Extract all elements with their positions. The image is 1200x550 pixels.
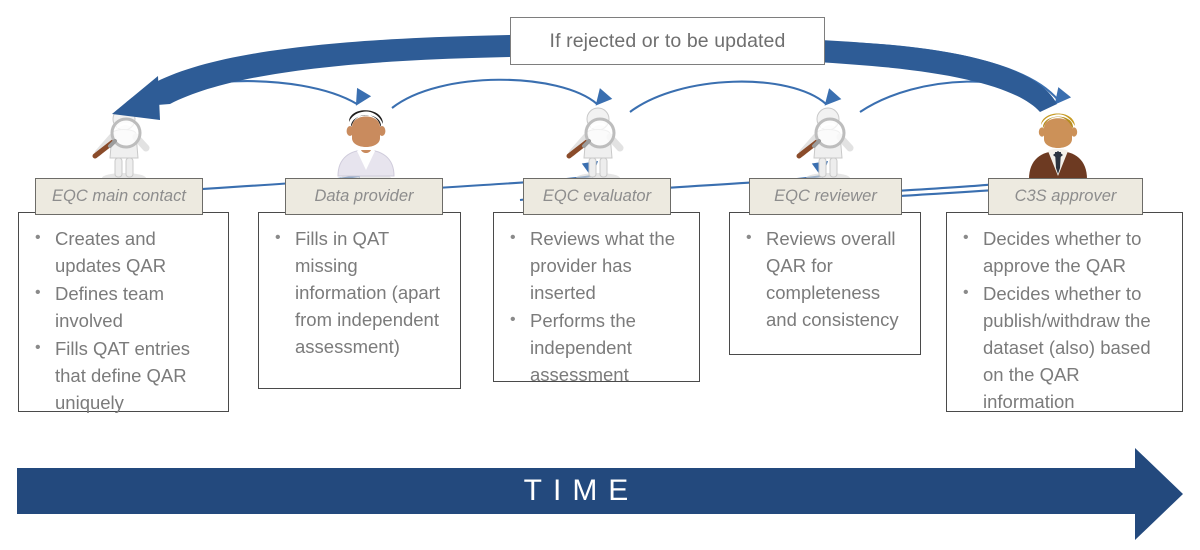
arc-provider-to-evaluator xyxy=(391,78,613,109)
role-label-eqc-evaluator: EQC evaluator xyxy=(523,178,671,215)
task-box-c3s-approver: Decides whether to approve the QAR Decid… xyxy=(946,212,1183,412)
condition-label: If rejected or to be updated xyxy=(549,29,786,52)
task-list: Reviews overall QAR for completeness and… xyxy=(736,224,912,333)
businessman-icon xyxy=(1029,113,1087,185)
task-list: Reviews what the provider has inserted P… xyxy=(500,224,691,388)
role-label-data-provider: Data provider xyxy=(285,178,443,215)
task-item: Defines team involved xyxy=(25,279,220,334)
role-label-eqc-reviewer: EQC reviewer xyxy=(749,178,902,215)
magnifier-figure-icon xyxy=(92,107,150,183)
task-list: Creates and updates QAR Defines team inv… xyxy=(25,224,220,416)
condition-box: If rejected or to be updated xyxy=(510,17,825,65)
role-label-text: Data provider xyxy=(314,187,414,205)
actor-eqc-reviewer xyxy=(790,106,866,184)
task-item: Reviews what the provider has inserted xyxy=(500,224,691,306)
arc-contact-to-provider xyxy=(127,80,372,116)
task-item: Creates and updates QAR xyxy=(25,224,220,279)
magnifier-figure-icon xyxy=(566,107,624,183)
task-list: Fills in QAT missing information (apart … xyxy=(265,224,452,360)
task-item: Performs the independent assessment xyxy=(500,306,691,388)
role-label-text: EQC reviewer xyxy=(774,187,877,205)
task-box-eqc-evaluator: Reviews what the provider has inserted P… xyxy=(493,212,700,385)
time-label: TIME xyxy=(523,474,640,507)
task-list: Decides whether to approve the QAR Decid… xyxy=(953,224,1174,415)
magnifier-figure-icon xyxy=(796,107,854,183)
role-label-text: C3S approver xyxy=(1014,187,1117,205)
task-box-data-provider: Fills in QAT missing information (apart … xyxy=(258,212,461,389)
task-item: Fills in QAT missing information (apart … xyxy=(265,224,452,360)
role-label-eqc-main-contact: EQC main contact xyxy=(35,178,203,215)
role-label-text: EQC evaluator xyxy=(542,187,652,205)
actor-eqc-main-contact xyxy=(86,106,162,184)
task-item: Decides whether to approve the QAR xyxy=(953,224,1174,279)
actor-c3s-approver xyxy=(1022,106,1094,186)
time-label-container: TIME xyxy=(17,468,1135,514)
task-item: Decides whether to publish/withdraw the … xyxy=(953,279,1174,415)
task-box-eqc-main-contact: Creates and updates QAR Defines team inv… xyxy=(18,212,229,413)
task-item: Fills QAT entries that define QAR unique… xyxy=(25,334,220,416)
role-label-c3s-approver: C3S approver xyxy=(988,178,1143,215)
role-label-text: EQC main contact xyxy=(52,187,186,205)
task-box-eqc-reviewer: Reviews overall QAR for completeness and… xyxy=(729,212,921,355)
task-item: Reviews overall QAR for completeness and… xyxy=(736,224,912,333)
person-bust-icon xyxy=(337,110,395,183)
diagram-canvas: If rejected or to be updated EQC main co… xyxy=(0,0,1200,550)
actor-data-provider xyxy=(330,104,402,184)
actor-eqc-evaluator xyxy=(560,106,636,184)
